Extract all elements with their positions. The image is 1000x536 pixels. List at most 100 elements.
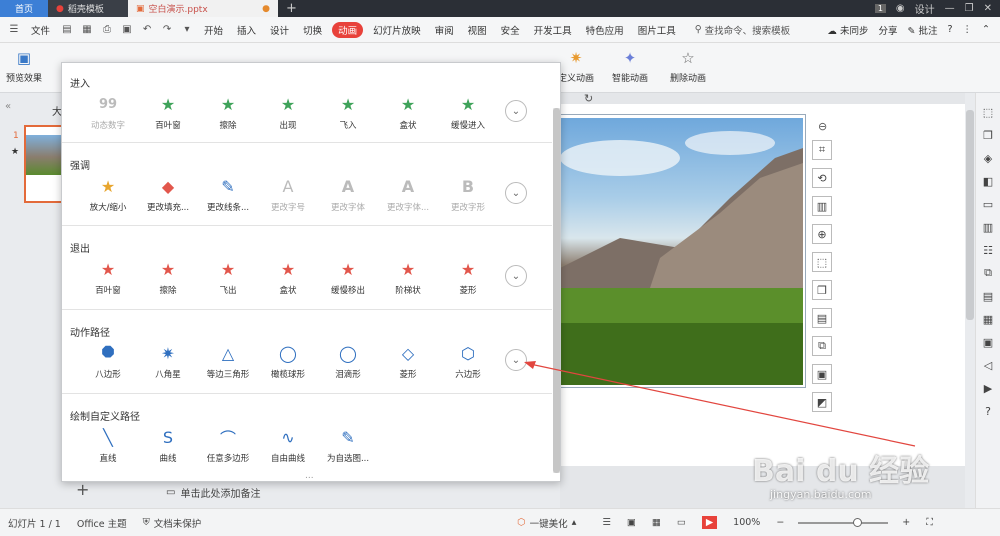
zoom-in-button[interactable]: +	[894, 517, 918, 528]
print-icon[interactable]: ⎙	[100, 23, 114, 37]
image-ocr-icon[interactable]: ⧉	[812, 336, 832, 356]
path-hexagon[interactable]: ⬡ 六边形	[438, 342, 498, 381]
maximize-icon[interactable]: ❐	[965, 3, 974, 14]
path-scribble[interactable]: ∿ 自由曲线	[258, 426, 318, 465]
image-edit-icon[interactable]: ⟲	[812, 168, 832, 188]
sidebar-settings-icon[interactable]: ☷	[981, 243, 995, 257]
image-split-icon[interactable]: ▥	[812, 196, 832, 216]
rotate-handle-icon[interactable]: ↻	[584, 92, 593, 105]
sorter-view-icon[interactable]: ▦	[644, 517, 669, 528]
image-copy-icon[interactable]: ❐	[812, 280, 832, 300]
fit-window-icon[interactable]: ⛶	[918, 517, 941, 528]
anim-step-out[interactable]: ★ 阶梯状	[378, 258, 438, 297]
user-avatar-icon[interactable]: ◉	[896, 3, 905, 14]
preview-effect-button[interactable]: ▣ 预览效果	[6, 47, 42, 84]
menu-picture-tools[interactable]: 图片工具	[631, 17, 683, 43]
menu-file[interactable]: 文件	[24, 17, 57, 43]
reading-view-icon[interactable]: ▭	[669, 517, 694, 528]
menu-features[interactable]: 特色应用	[579, 17, 631, 43]
image-export-icon[interactable]: ▣	[812, 364, 832, 384]
menu-animation[interactable]: 动画	[332, 21, 364, 38]
menu-transition[interactable]: 切换	[296, 17, 329, 43]
design-label[interactable]: 设计	[915, 1, 935, 16]
hamburger-icon[interactable]: ☰	[7, 23, 21, 37]
play-slideshow-button[interactable]: ▶	[694, 516, 725, 529]
menu-developer[interactable]: 开发工具	[527, 17, 579, 43]
sidebar-layers-icon[interactable]: ⧉	[981, 266, 995, 280]
menu-start[interactable]: 开始	[197, 17, 230, 43]
expand-emphasis-button[interactable]: ⌄	[505, 182, 527, 204]
canvas-vertical-scrollbar[interactable]	[966, 110, 974, 320]
panel-scrollbar[interactable]	[553, 108, 560, 473]
sidebar-chart-icon[interactable]: ▥	[981, 220, 995, 234]
save-icon[interactable]: ▤	[60, 23, 74, 37]
sidebar-image-icon[interactable]: ▣	[981, 335, 995, 349]
close-icon[interactable]: ✕	[984, 3, 992, 14]
add-slide-button[interactable]: +	[76, 480, 89, 499]
menu-review[interactable]: 审阅	[428, 17, 461, 43]
zoom-slider[interactable]	[798, 517, 889, 527]
preview-icon[interactable]: ▣	[120, 23, 134, 37]
sidebar-shapes-icon[interactable]: ❐	[981, 128, 995, 142]
menu-view[interactable]: 视图	[461, 17, 494, 43]
crop-icon[interactable]: ⌗	[812, 140, 832, 160]
anim-slow-out[interactable]: ★ 缓慢移出	[318, 258, 378, 297]
path-shape-custom[interactable]: ✎ 为自选图...	[318, 426, 378, 465]
menu-design[interactable]: 设计	[263, 17, 296, 43]
more-icon[interactable]: ⋮	[963, 24, 973, 35]
collapse-pane-icon[interactable]: «	[5, 101, 11, 112]
tab-home[interactable]: 首页	[0, 0, 48, 17]
sidebar-text-icon[interactable]: ▦	[981, 312, 995, 326]
anim-box-in[interactable]: ★ 盒状	[378, 93, 438, 132]
sidebar-video-icon[interactable]: ▶	[981, 381, 995, 395]
panel-resize-grip[interactable]: ...	[305, 471, 314, 481]
zoom-slider-knob[interactable]	[853, 517, 863, 527]
tab-document[interactable]: ▣ 空白演示.pptx ●	[128, 0, 278, 17]
help-button[interactable]: ?	[947, 24, 952, 35]
path-octagon[interactable]: ⯃ 八边形	[78, 342, 138, 380]
menu-slideshow[interactable]: 幻灯片放映	[366, 17, 428, 43]
custom-animation-button[interactable]: ✷ 定义动画	[558, 47, 594, 84]
sync-status[interactable]: ☁ 未同步	[827, 23, 868, 37]
delete-animation-button[interactable]: ☆ 删除动画	[670, 47, 706, 84]
protect-status[interactable]: ⛨ 文档未保护	[135, 516, 210, 530]
expand-entrance-button[interactable]: ⌄	[505, 100, 527, 122]
anim-wipe-out[interactable]: ★ 擦除	[138, 258, 198, 297]
notification-badge[interactable]: 1	[874, 4, 886, 13]
anim-fly-out[interactable]: ★ 飞出	[198, 258, 258, 297]
collapse-ribbon-icon[interactable]: ⌃	[982, 24, 990, 35]
image-transparent-icon[interactable]: ◩	[812, 392, 832, 412]
anim-appear[interactable]: ★ 出现	[258, 93, 318, 132]
anim-blinds-in[interactable]: ★ 百叶窗	[138, 93, 198, 132]
sidebar-layout-icon[interactable]: ▤	[981, 289, 995, 303]
zoom-image-icon[interactable]: ⊕	[812, 224, 832, 244]
select-area-icon[interactable]: ⬚	[812, 252, 832, 272]
expand-motion-paths-button[interactable]: ⌄	[505, 349, 527, 371]
export-icon[interactable]: ▦	[80, 23, 94, 37]
smart-animation-button[interactable]: ✦ 智能动画	[612, 47, 648, 84]
minimize-icon[interactable]: —	[945, 3, 955, 14]
zoom-out-canvas-icon[interactable]: ⊖	[818, 120, 827, 133]
path-curve[interactable]: S 曲线	[138, 426, 198, 465]
expand-exit-button[interactable]: ⌄	[505, 265, 527, 287]
share-button[interactable]: 分享	[878, 23, 897, 37]
menu-security[interactable]: 安全	[494, 17, 527, 43]
new-tab-button[interactable]: +	[278, 0, 305, 17]
normal-view-icon[interactable]: ▣	[619, 517, 644, 528]
path-freeform[interactable]: ⌒ 任意多边形	[198, 426, 258, 464]
sidebar-audio-icon[interactable]: ◁	[981, 358, 995, 372]
dropdown-icon[interactable]: ▾	[180, 23, 194, 37]
menu-insert[interactable]: 插入	[230, 17, 263, 43]
tab-docer[interactable]: ● 稻壳模板	[48, 0, 128, 17]
command-search[interactable]: ⚲ 查找命令、搜索模板	[695, 23, 790, 37]
path-line[interactable]: ╲ 直线	[78, 426, 138, 465]
path-diamond[interactable]: ◇ 菱形	[378, 342, 438, 381]
sidebar-select-icon[interactable]: ⬚	[981, 105, 995, 119]
undo-icon[interactable]: ↶	[140, 23, 154, 37]
sidebar-help-icon[interactable]: ?	[981, 404, 995, 418]
anim-change-fill[interactable]: ◆ 更改填充...	[138, 175, 198, 214]
anim-wipe-in[interactable]: ★ 擦除	[198, 93, 258, 132]
anim-diamond-out[interactable]: ★ 菱形	[438, 258, 498, 297]
anim-slow-in[interactable]: ★ 缓慢进入	[438, 93, 498, 132]
path-eight-point-star[interactable]: ✷ 八角星	[138, 342, 198, 381]
